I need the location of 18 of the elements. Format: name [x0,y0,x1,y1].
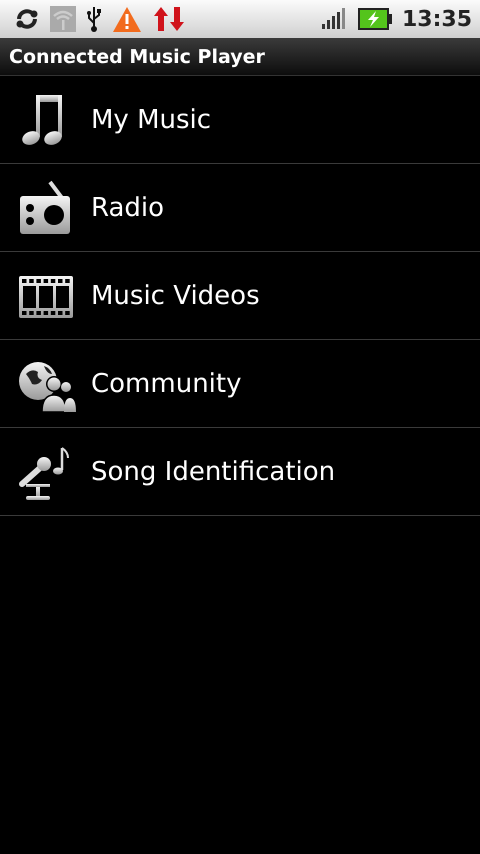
menu-item[interactable]: My Music [0,76,480,164]
usb-icon [86,5,102,33]
wifi-icon [50,6,76,32]
menu-item-label: My Music [91,104,212,134]
clock-time: 13:35 [402,6,472,32]
menu-item[interactable]: Radio [0,164,480,252]
menu-item[interactable]: Music Videos [0,252,480,340]
warning-icon [112,6,142,32]
signal-icon [322,8,348,30]
menu-item-label: Community [91,368,242,398]
battery-charging-icon [358,8,392,30]
app-title: Connected Music Player [9,46,265,68]
menu-item-label: Radio [91,192,164,222]
menu-item[interactable]: Song Identification [0,428,480,516]
menu-item[interactable]: Community [0,340,480,428]
menu-item-label: Music Videos [91,280,260,310]
data-transfer-icon [152,5,186,33]
menu-item-label: Song Identification [91,456,336,486]
